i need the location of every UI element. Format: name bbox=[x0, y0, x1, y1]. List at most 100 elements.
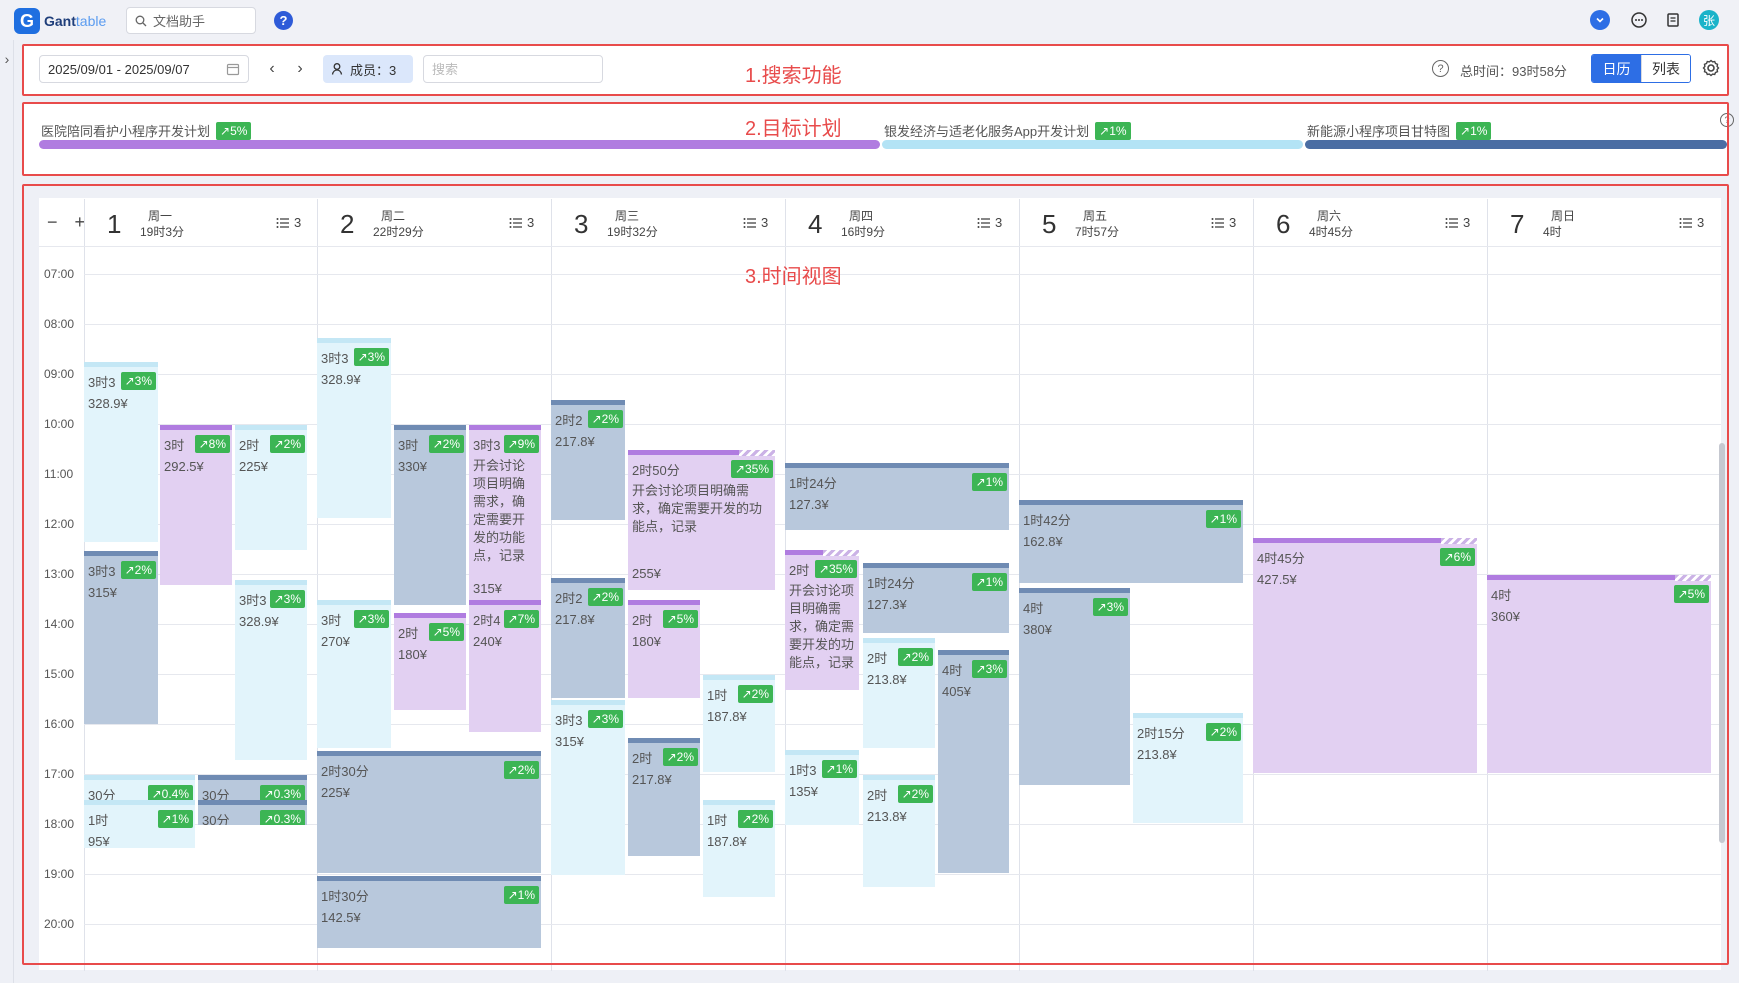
members-filter-button[interactable]: 成员：3 bbox=[323, 55, 413, 83]
task-card[interactable]: 1时24分 ↗1% 127.3¥ bbox=[785, 463, 1009, 530]
chevron-down-icon[interactable] bbox=[1590, 10, 1610, 30]
task-card[interactable]: 3时3 ↗3% 315¥ bbox=[551, 700, 625, 875]
task-progress-badge: ↗0.4% bbox=[147, 785, 193, 800]
task-duration: 2时 bbox=[789, 563, 810, 578]
task-progress-bar bbox=[317, 876, 541, 881]
list-icon bbox=[1679, 217, 1692, 228]
task-card[interactable]: 2时 ↗35% 开会讨论项目明确需求，确定需要开发的功能点，记录 bbox=[785, 550, 859, 690]
task-duration: 1时24分 bbox=[867, 576, 915, 591]
task-card[interactable]: 2时2 ↗2% 217.8¥ bbox=[551, 400, 625, 520]
task-card[interactable]: 4时 ↗3% 380¥ bbox=[1019, 588, 1130, 785]
task-progress-bar bbox=[551, 700, 625, 705]
task-card[interactable]: 2时 ↗2% 225¥ bbox=[235, 425, 307, 550]
avatar[interactable]: 张 bbox=[1699, 10, 1719, 30]
doc-assistant-search[interactable]: 文档助手 bbox=[126, 7, 256, 34]
view-calendar-button[interactable]: 日历 bbox=[1592, 55, 1641, 82]
task-card[interactable]: 2时15分 ↗2% 213.8¥ bbox=[1133, 713, 1243, 823]
task-card[interactable]: 3时 ↗3% 270¥ bbox=[317, 600, 391, 748]
task-progress-bar bbox=[1019, 588, 1130, 593]
vertical-scrollbar[interactable] bbox=[1719, 443, 1725, 843]
goal-label[interactable]: 医院陪同看护小程序开发计划 ↗5% bbox=[41, 121, 252, 140]
sidebar-expand-icon[interactable]: › bbox=[0, 44, 14, 74]
task-card[interactable]: 3时3 ↗2% 315¥ bbox=[84, 551, 158, 724]
question-icon[interactable]: ? bbox=[1432, 60, 1449, 77]
task-card[interactable]: 4时 ↗3% 405¥ bbox=[938, 650, 1009, 873]
day-task-count[interactable]: 3 bbox=[276, 215, 301, 230]
task-progress-badge: ↗0.3% bbox=[259, 785, 305, 800]
task-duration: 3时3 bbox=[321, 351, 349, 366]
day-duration: 19时3分 bbox=[140, 225, 185, 239]
task-cost: 180¥ bbox=[398, 647, 427, 662]
task-card[interactable]: 3时3 ↗3% 328.9¥ bbox=[235, 580, 307, 760]
task-cost: 380¥ bbox=[1023, 622, 1052, 637]
chat-icon[interactable] bbox=[1629, 10, 1649, 30]
task-cost: 217.8¥ bbox=[555, 612, 595, 627]
logo-name-b: table bbox=[75, 13, 107, 29]
task-card[interactable]: 2时2 ↗2% 217.8¥ bbox=[551, 578, 625, 698]
day-task-count[interactable]: 3 bbox=[1445, 215, 1470, 230]
task-card[interactable]: 4时 ↗5% 360¥ bbox=[1487, 575, 1711, 773]
task-card[interactable]: 1时 ↗2% 187.8¥ bbox=[703, 675, 775, 772]
day-task-count[interactable]: 3 bbox=[743, 215, 768, 230]
task-progress-bar bbox=[1133, 713, 1243, 718]
goal-label[interactable]: 新能源小程序项目甘特图 ↗1% bbox=[1307, 121, 1492, 140]
goal-bar[interactable] bbox=[882, 140, 1303, 149]
goal-progress-badge: ↗1% bbox=[1095, 121, 1131, 140]
next-week-button[interactable]: › bbox=[291, 59, 309, 79]
task-card[interactable]: 1时24分 ↗1% 127.3¥ bbox=[863, 563, 1009, 633]
task-progress-badge: ↗2% bbox=[737, 810, 773, 828]
task-remaining-hatch bbox=[739, 450, 775, 456]
day-task-count-value: 3 bbox=[1697, 215, 1705, 230]
logo[interactable]: G Ganttable bbox=[14, 8, 106, 34]
book-icon[interactable] bbox=[1663, 10, 1683, 30]
task-progress-badge: ↗35% bbox=[814, 560, 857, 578]
day-duration: 19时32分 bbox=[607, 225, 658, 239]
day-task-count[interactable]: 3 bbox=[1679, 215, 1704, 230]
task-card[interactable]: 3时3 ↗3% 328.9¥ bbox=[317, 338, 391, 518]
task-duration: 1时3 bbox=[789, 763, 817, 778]
task-search-input[interactable] bbox=[423, 55, 603, 83]
task-card[interactable]: 3时 ↗8% 292.5¥ bbox=[160, 425, 232, 585]
task-duration: 2时 bbox=[632, 751, 653, 766]
prev-week-button[interactable]: ‹ bbox=[263, 59, 281, 79]
help-icon[interactable]: ? bbox=[274, 11, 293, 30]
task-card[interactable]: 30分 ↗0.3% bbox=[198, 800, 307, 825]
task-card[interactable]: 3时3 ↗3% 328.9¥ bbox=[84, 362, 158, 542]
day-duration: 22时29分 bbox=[373, 225, 424, 239]
task-card[interactable]: 30分 ↗0.4% bbox=[84, 775, 195, 800]
task-card[interactable]: 2时 ↗5% 180¥ bbox=[394, 613, 466, 710]
date-range-picker[interactable]: 2025/09/01 - 2025/09/07 bbox=[39, 55, 249, 83]
task-progress-bar bbox=[785, 750, 859, 755]
task-card[interactable]: 1时42分 ↗1% 162.8¥ bbox=[1019, 500, 1243, 583]
day-task-count[interactable]: 3 bbox=[509, 215, 534, 230]
task-card[interactable]: 2时 ↗2% 217.8¥ bbox=[628, 738, 700, 856]
goal-bar[interactable] bbox=[1305, 140, 1727, 149]
task-duration: 1时24分 bbox=[789, 476, 837, 491]
task-card[interactable]: 3时 ↗2% 330¥ bbox=[394, 425, 466, 605]
task-cost: 255¥ bbox=[632, 566, 661, 581]
task-card[interactable]: 2时 ↗5% 180¥ bbox=[628, 600, 700, 698]
task-card[interactable]: 1时30分 ↗1% 142.5¥ bbox=[317, 876, 541, 948]
task-card[interactable]: 1时 ↗2% 187.8¥ bbox=[703, 800, 775, 897]
task-cost: 405¥ bbox=[942, 684, 971, 699]
goal-help-icon[interactable]: ? bbox=[1720, 113, 1734, 127]
gear-icon[interactable] bbox=[1701, 58, 1721, 78]
task-card[interactable]: 3时3 ↗9% 开会讨论项目明确需求，确定需要开发的功能点，记录 315¥ bbox=[469, 425, 541, 605]
task-card[interactable]: 30分 ↗0.3% bbox=[198, 775, 307, 800]
goal-bar[interactable] bbox=[39, 140, 880, 149]
task-cost: 292.5¥ bbox=[164, 459, 204, 474]
view-list-button[interactable]: 列表 bbox=[1641, 55, 1690, 82]
task-card[interactable]: 2时 ↗2% 213.8¥ bbox=[863, 638, 935, 748]
task-card[interactable]: 4时45分 ↗6% 427.5¥ bbox=[1253, 538, 1477, 773]
goal-label[interactable]: 银发经济与适老化服务App开发计划 ↗1% bbox=[884, 121, 1131, 140]
day-number: 2 bbox=[340, 209, 355, 239]
total-time: 总时间：93时58分 bbox=[1460, 64, 1567, 79]
task-card[interactable]: 2时30分 ↗2% 225¥ bbox=[317, 751, 541, 873]
task-card[interactable]: 2时50分 ↗35% 开会讨论项目明确需求，确定需要开发的功能点，记录 255¥ bbox=[628, 450, 775, 590]
task-card[interactable]: 1时 ↗1% 95¥ bbox=[84, 800, 195, 848]
task-card[interactable]: 1时3 ↗1% 135¥ bbox=[785, 750, 859, 825]
task-card[interactable]: 2时 ↗2% 213.8¥ bbox=[863, 775, 935, 887]
day-task-count[interactable]: 3 bbox=[977, 215, 1002, 230]
task-card[interactable]: 2时4 ↗7% 240¥ bbox=[469, 600, 541, 732]
day-task-count[interactable]: 3 bbox=[1211, 215, 1236, 230]
